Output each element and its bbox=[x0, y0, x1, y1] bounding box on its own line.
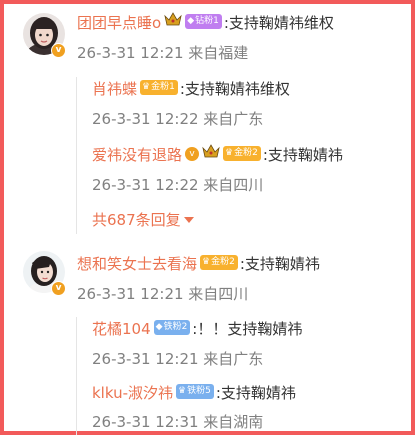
reply-line: 花橘104 ◆铁粉2:！！支持鞠婧祎 bbox=[92, 318, 302, 339]
caret-down-icon bbox=[183, 216, 194, 223]
fan-badge[interactable]: ♛金粉1 bbox=[140, 80, 178, 95]
diamond-icon: ◆ bbox=[155, 322, 163, 332]
verified-v-icon: v bbox=[51, 281, 66, 296]
reply-divider bbox=[76, 317, 77, 435]
comment-text: :支持鞠婧祎 bbox=[239, 255, 320, 273]
reply-username[interactable]: 肖祎蝶 bbox=[92, 80, 137, 98]
reply-text: :支持鞠婧祎 bbox=[262, 146, 343, 164]
reply-text: :支持鞠婧祎维权 bbox=[179, 80, 290, 98]
fan-badge-label: 铁粉5 bbox=[187, 386, 211, 396]
crown-icon: ♛ bbox=[142, 82, 151, 92]
reply-username[interactable]: 花橘104 bbox=[92, 320, 151, 338]
verified-v-icon: v bbox=[51, 43, 66, 58]
comment-meta: 26-3-31 12:21 来自福建 bbox=[77, 44, 249, 62]
comment-line: 想和笑女士去看海 ♛金粉2:支持鞠婧祎 bbox=[77, 253, 320, 274]
fan-badge-label: 金粉1 bbox=[151, 82, 175, 92]
reply-line: 爱祎没有退路 v ♛金粉2:支持鞠婧祎 bbox=[92, 144, 343, 165]
fan-badge[interactable]: ♛铁粉5 bbox=[176, 384, 214, 399]
fan-badge-label: 铁粉2 bbox=[163, 322, 188, 332]
fan-badge[interactable]: ◆铁粉2 bbox=[153, 320, 191, 335]
reply-username[interactable]: klku-淑汐祎 bbox=[92, 384, 173, 402]
reply-meta: 26-3-31 12:22 来自四川 bbox=[92, 176, 264, 194]
reply-text: :！！支持鞠婧祎 bbox=[192, 320, 303, 338]
crown-icon bbox=[202, 144, 220, 163]
reply-divider bbox=[76, 77, 77, 234]
comment-meta: 26-3-31 12:21 来自四川 bbox=[77, 285, 249, 303]
verified-v-icon: v bbox=[185, 146, 200, 161]
more-replies-link[interactable]: 共687条回复 bbox=[92, 209, 194, 230]
crown-icon: ♛ bbox=[178, 386, 187, 396]
reply-meta: 26-3-31 12:31 来自湖南 bbox=[92, 413, 264, 431]
comment-section: v 团团早点睡o ◆钻粉1:支持鞠婧祎维权 26-3-31 12:21 来自福建 … bbox=[0, 0, 415, 435]
diamond-icon: ◆ bbox=[187, 16, 195, 26]
fan-badge-label: 钻粉1 bbox=[195, 16, 219, 26]
more-replies-label: 共687条回复 bbox=[92, 211, 181, 229]
comment-text: :支持鞠婧祎维权 bbox=[223, 14, 334, 32]
crown-icon: ♛ bbox=[225, 148, 234, 158]
comment-line: 团团早点睡o ◆钻粉1:支持鞠婧祎维权 bbox=[77, 12, 334, 33]
reply-line: klku-淑汐祎 ♛铁粉5:支持鞠婧祎 bbox=[92, 382, 296, 403]
crown-icon: ♛ bbox=[202, 257, 211, 267]
comment-username[interactable]: 团团早点睡o bbox=[77, 14, 161, 32]
fan-badge[interactable]: ♛金粉2 bbox=[200, 255, 238, 270]
reply-meta: 26-3-31 12:21 来自广东 bbox=[92, 350, 264, 368]
reply-username[interactable]: 爱祎没有退路 bbox=[92, 146, 182, 164]
fan-badge-label: 金粉2 bbox=[211, 257, 235, 267]
reply-text: :支持鞠婧祎 bbox=[215, 384, 296, 402]
fan-badge-label: 金粉2 bbox=[234, 148, 258, 158]
reply-line: 肖祎蝶 ♛金粉1:支持鞠婧祎维权 bbox=[92, 78, 290, 99]
crown-icon bbox=[164, 12, 182, 31]
comment-username[interactable]: 想和笑女士去看海 bbox=[77, 255, 197, 273]
fan-badge[interactable]: ♛金粉2 bbox=[223, 146, 261, 161]
reply-meta: 26-3-31 12:22 来自广东 bbox=[92, 110, 264, 128]
fan-badge[interactable]: ◆钻粉1 bbox=[185, 14, 222, 29]
